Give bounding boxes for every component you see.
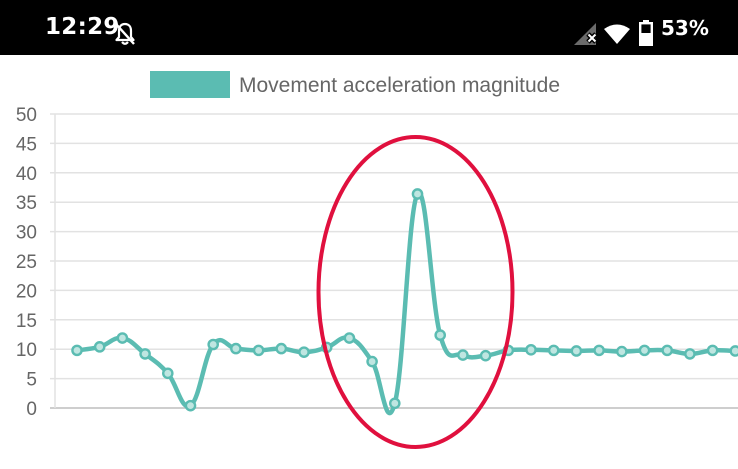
chart-annotation (316, 135, 515, 449)
chart-series (74, 190, 738, 416)
data-point (547, 344, 560, 357)
battery-percentage: 53% (661, 16, 709, 40)
data-point (93, 341, 106, 353)
data-point (252, 344, 265, 357)
data-point (298, 346, 310, 358)
data-point (638, 344, 651, 357)
y-tick-label: 40 (16, 164, 37, 185)
y-tick-label: 10 (16, 340, 37, 361)
data-point (71, 344, 83, 357)
highlight-ellipse (316, 135, 515, 449)
wifi-icon (604, 24, 630, 44)
y-tick-label: 20 (16, 281, 37, 302)
data-point (343, 332, 356, 344)
data-point (207, 338, 219, 351)
notifications-off-icon (115, 22, 135, 45)
data-point (525, 343, 537, 356)
data-point (230, 342, 242, 355)
data-point (661, 344, 674, 357)
cellular-no-data-icon (574, 23, 598, 45)
y-tick-label: 0 (26, 399, 37, 420)
data-point (366, 355, 378, 368)
data-point (434, 329, 447, 341)
legend-swatch (150, 71, 230, 98)
data-point (161, 367, 174, 380)
status-time: 12:29 (45, 14, 120, 40)
data-point (139, 348, 151, 360)
data-point (457, 349, 469, 361)
y-tick-label: 25 (16, 252, 37, 273)
data-point (388, 397, 401, 410)
chart-legend: Movement acceleration magnitude (150, 71, 560, 98)
data-point (729, 345, 738, 357)
data-point (479, 349, 492, 362)
y-tick-label: 45 (16, 134, 37, 155)
data-point (184, 399, 197, 412)
y-tick-label: 50 (16, 105, 37, 126)
y-tick-label: 5 (26, 370, 37, 391)
data-point (684, 348, 696, 360)
data-point (616, 345, 628, 358)
y-tick-label: 30 (16, 223, 37, 244)
y-tick-label: 15 (16, 311, 37, 332)
data-point (411, 188, 424, 200)
y-tick-label: 35 (16, 193, 37, 214)
status-bar: 12:29 53% (0, 0, 738, 55)
data-point (275, 342, 288, 355)
series-line (74, 190, 738, 416)
legend-label: Movement acceleration magnitude (239, 74, 560, 97)
line-chart: 0 5 10 15 20 25 30 35 40 45 50 Movement accelerati… (16, 71, 738, 449)
data-point (570, 345, 583, 357)
data-point (593, 344, 605, 357)
data-point (706, 344, 719, 357)
chart-grid (50, 113, 738, 409)
battery-icon (639, 20, 653, 46)
y-axis-ticks: 0 5 10 15 20 25 30 35 40 45 50 (16, 105, 37, 420)
data-point (116, 332, 129, 344)
